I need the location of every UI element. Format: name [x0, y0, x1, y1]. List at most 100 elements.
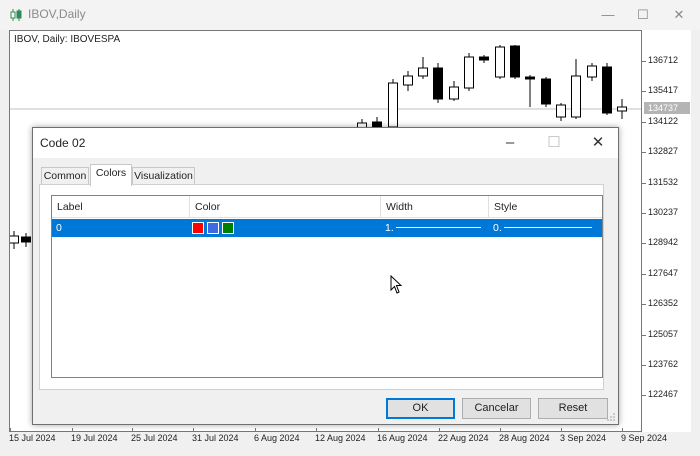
price-label: 131532	[648, 176, 679, 187]
ok-button[interactable]: OK	[386, 398, 455, 419]
table-row[interactable]: 0 1. 0.	[52, 219, 602, 237]
mouse-pointer-icon	[390, 275, 403, 294]
candle	[10, 231, 19, 249]
header-width[interactable]: Width	[381, 196, 489, 218]
price-label: 127647	[648, 267, 679, 278]
price-tick	[642, 61, 646, 62]
chart-symbol-label: IBOV, Daily: IBOVESPA	[14, 34, 121, 45]
price-tick	[642, 182, 646, 184]
row-width-cell[interactable]: 1.	[381, 219, 489, 237]
header-style[interactable]: Style	[489, 196, 602, 218]
price-tick	[642, 334, 646, 336]
price-tick	[642, 91, 646, 93]
price-label: 134122	[648, 115, 679, 126]
row-style-cell[interactable]: 0.	[489, 219, 602, 237]
time-label: 31 Jul 2024	[192, 433, 239, 443]
candle	[571, 59, 581, 119]
color-swatch-red[interactable]	[192, 222, 204, 234]
time-tick	[72, 428, 73, 432]
style-value: 0.	[493, 222, 502, 234]
price-label: 130237	[648, 207, 679, 217]
header-label[interactable]: Label	[52, 196, 190, 218]
candle	[510, 45, 520, 79]
price-tick	[642, 365, 646, 366]
candle	[556, 103, 566, 121]
header-color[interactable]: Color	[190, 196, 381, 218]
price-label: 132827	[648, 146, 679, 157]
candle	[403, 71, 413, 91]
time-tick	[132, 428, 133, 432]
colors-tab-panel: Label Color Width Style 0 1. 0.	[39, 184, 604, 390]
current-price-tag: 134737	[644, 102, 690, 114]
color-settings-grid[interactable]: Label Color Width Style 0 1. 0.	[51, 195, 603, 378]
time-label: 9 Sep 2024	[621, 433, 668, 443]
price-tick	[642, 213, 646, 214]
price-scale[interactable]: 134737 136712 135417 134122 132827 131532 130…	[641, 30, 691, 432]
time-tick	[255, 428, 256, 432]
dialog-close-icon[interactable]: ✕	[585, 133, 611, 153]
time-label: 6 Aug 2024	[254, 433, 300, 443]
time-tick	[439, 428, 440, 432]
candle	[388, 79, 398, 129]
time-tick	[10, 428, 11, 432]
time-label: 19 Jul 2024	[71, 433, 118, 443]
style-line-preview	[504, 227, 592, 228]
window-titlebar: IBOV,Daily — ☐ ✕	[0, 0, 700, 30]
close-icon[interactable]: ✕	[670, 6, 688, 24]
dialog-titlebar[interactable]: Code 02 – ☐ ✕	[33, 128, 618, 158]
resize-grip-icon[interactable]	[606, 412, 616, 422]
row-color-cell[interactable]	[190, 219, 381, 237]
time-tick	[316, 428, 317, 432]
width-line-preview	[396, 227, 481, 228]
time-label: 15 Jul 2024	[9, 433, 56, 443]
dialog-minimize-icon[interactable]: –	[497, 133, 523, 153]
time-label: 3 Sep 2024	[560, 433, 607, 443]
candle	[617, 99, 627, 119]
time-label: 28 Aug 2024	[499, 433, 550, 443]
candle	[495, 45, 505, 79]
candle	[587, 63, 597, 81]
candlestick-chart-icon	[10, 9, 22, 21]
time-label: 12 Aug 2024	[315, 433, 366, 443]
cancel-button[interactable]: Cancelar	[462, 398, 531, 419]
time-label: 22 Aug 2024	[438, 433, 489, 443]
reset-button[interactable]: Reset	[538, 398, 608, 419]
price-label: 136712	[648, 55, 679, 65]
price-tick	[642, 152, 646, 154]
candle	[541, 77, 551, 107]
tab-colors[interactable]: Colors	[90, 164, 132, 186]
time-tick	[561, 428, 562, 432]
price-tick	[642, 243, 646, 245]
price-tick	[642, 304, 646, 306]
candle	[449, 81, 459, 101]
candle	[602, 63, 612, 115]
candle	[433, 63, 443, 103]
dialog-title: Code 02	[40, 136, 86, 150]
color-swatch-blue[interactable]	[207, 222, 219, 234]
price-tick	[642, 121, 646, 123]
candle	[479, 55, 489, 63]
price-tick	[642, 395, 646, 397]
time-tick	[500, 428, 501, 432]
color-swatch-green[interactable]	[222, 222, 234, 234]
time-tick	[193, 428, 194, 432]
tab-common[interactable]: Common	[41, 167, 89, 185]
price-label: 125057	[648, 328, 679, 339]
candle	[525, 75, 535, 107]
price-tick	[642, 273, 646, 275]
window-title: IBOV,Daily	[28, 7, 86, 21]
dialog-maximize-icon: ☐	[547, 134, 561, 151]
price-label: 135417	[648, 85, 679, 96]
price-label: 123762	[648, 359, 679, 369]
minimize-icon[interactable]: —	[599, 6, 617, 24]
candle	[464, 53, 474, 91]
price-label: 126352	[648, 298, 679, 309]
time-tick	[378, 428, 379, 432]
time-label: 16 Aug 2024	[377, 433, 428, 443]
tab-visualization[interactable]: Visualization	[132, 167, 195, 185]
time-scale[interactable]: 15 Jul 2024 19 Jul 2024 25 Jul 2024 31 Jul …	[9, 428, 667, 456]
row-label-cell[interactable]: 0	[52, 219, 190, 237]
maximize-icon[interactable]: ☐	[634, 6, 652, 24]
time-tick	[622, 428, 623, 432]
candle	[418, 57, 428, 79]
